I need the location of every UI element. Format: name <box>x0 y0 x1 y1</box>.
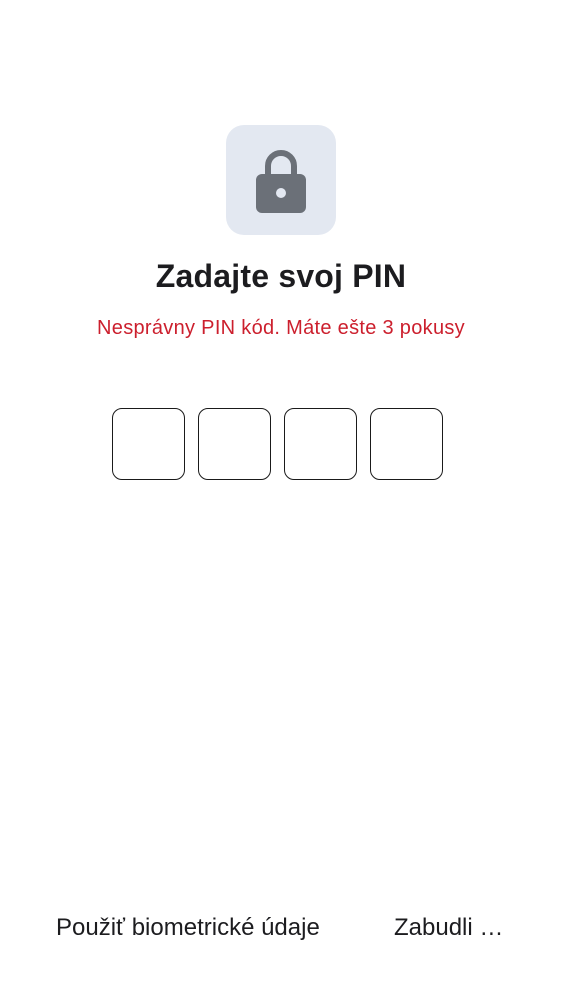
pin-digit-3[interactable] <box>284 408 357 480</box>
use-biometrics-button[interactable]: Použiť biometrické údaje <box>56 914 320 942</box>
pin-input-group[interactable] <box>112 408 443 480</box>
lock-icon-container <box>226 125 336 235</box>
error-message: Nesprávny PIN kód. Máte ešte 3 pokusy <box>97 317 465 339</box>
forgot-pin-button[interactable]: Zabudli … <box>394 914 503 942</box>
pin-digit-1[interactable] <box>112 408 185 480</box>
pin-digit-2[interactable] <box>198 408 271 480</box>
pin-digit-4[interactable] <box>370 408 443 480</box>
page-title: Zadajte svoj PIN <box>155 258 407 294</box>
lock-icon <box>254 146 308 214</box>
